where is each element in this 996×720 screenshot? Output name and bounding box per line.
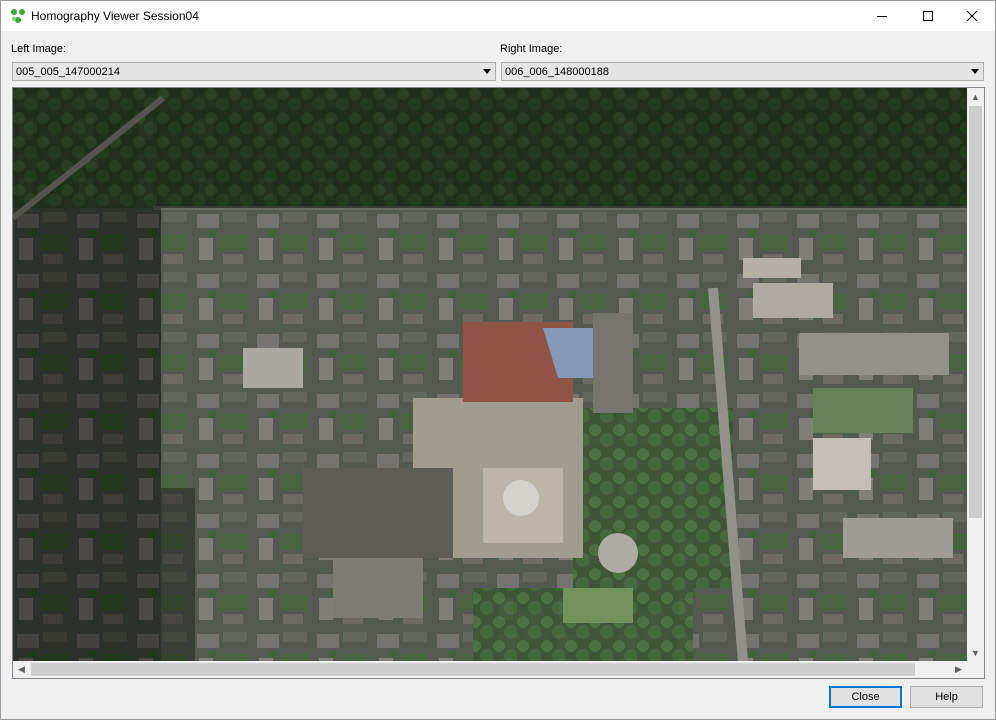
minimize-button[interactable] <box>859 1 905 31</box>
scroll-down-icon[interactable]: ▼ <box>967 644 984 661</box>
aerial-image-canvas[interactable] <box>13 88 967 662</box>
horizontal-scrollbar[interactable]: ◀ ▶ <box>13 661 967 678</box>
vertical-scroll-thumb[interactable] <box>969 106 982 518</box>
scroll-right-icon[interactable]: ▶ <box>950 661 967 678</box>
help-button[interactable]: Help <box>910 686 983 708</box>
window-title: Homography Viewer Session04 <box>31 9 199 23</box>
close-button[interactable]: Close <box>829 686 902 708</box>
chevron-down-icon <box>971 69 979 74</box>
right-image-value: 006_006_148000188 <box>505 66 610 78</box>
scrollbar-corner <box>967 661 984 678</box>
close-window-button[interactable] <box>949 1 995 31</box>
right-image-label: Right Image: <box>500 43 563 55</box>
maximize-icon <box>923 11 933 21</box>
scroll-up-icon[interactable]: ▲ <box>967 88 984 105</box>
vertical-scrollbar[interactable]: ▲ ▼ <box>967 88 984 661</box>
app-icon <box>11 9 25 23</box>
right-image-dropdown[interactable]: 006_006_148000188 <box>501 62 984 81</box>
horizontal-scroll-thumb[interactable] <box>31 663 915 676</box>
image-viewer[interactable]: ▲ ▼ ◀ ▶ <box>12 87 985 679</box>
title-bar[interactable]: Homography Viewer Session04 <box>1 1 995 31</box>
chevron-down-icon <box>483 69 491 74</box>
maximize-button[interactable] <box>905 1 951 31</box>
left-image-value: 005_005_147000214 <box>16 66 121 78</box>
left-image-label: Left Image: <box>11 43 67 55</box>
homography-viewer-window: Homography Viewer Session04 Left Image: … <box>0 0 996 720</box>
close-icon <box>967 11 977 21</box>
minimize-icon <box>877 16 887 17</box>
left-image-dropdown[interactable]: 005_005_147000214 <box>12 62 496 81</box>
scroll-left-icon[interactable]: ◀ <box>13 661 30 678</box>
